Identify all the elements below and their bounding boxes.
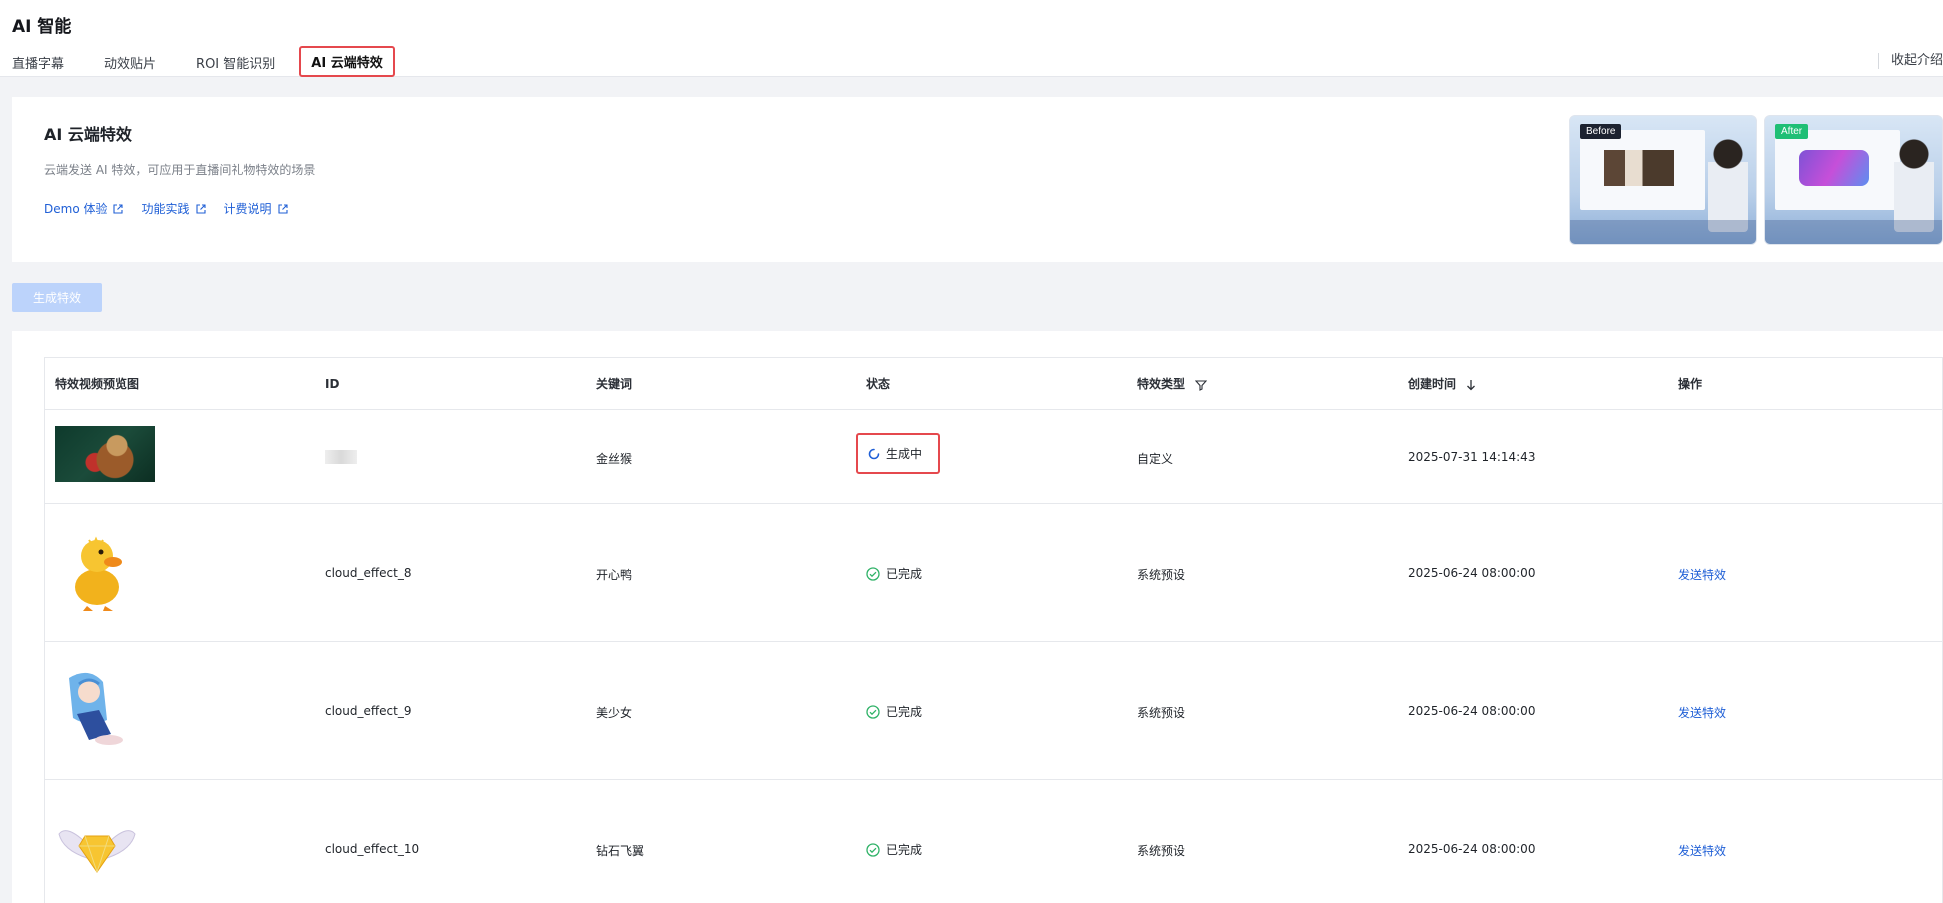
send-effect-link[interactable]: 发送特效 [1678, 704, 1726, 721]
effect-keyword: 开心鸭 [596, 568, 633, 582]
effects-table-card: 特效视频预览图 ID 关键词 状态 特效类型 创建时间 操作 金丝猴 生成中 自… [12, 331, 1943, 903]
practice-link[interactable]: 功能实践 [141, 200, 206, 217]
table-row: 金丝猴 生成中 自定义 2025-07-31 14:14:43 [45, 410, 1942, 504]
tab-live-subtitles[interactable]: 直播字幕 [12, 47, 64, 77]
status-badge: 已完成 [866, 703, 922, 720]
collapse-intro-link[interactable]: 收起介绍 [1877, 53, 1943, 69]
before-badge: Before [1580, 124, 1622, 139]
golden-monkey-thumbnail [55, 426, 155, 482]
external-link-icon [195, 203, 206, 214]
send-effect-link[interactable]: 发送特效 [1678, 842, 1726, 859]
table-row: cloud_effect_8 开心鸭 已完成 系统预设 2025-06-24 0… [45, 504, 1942, 642]
check-circle-icon [866, 566, 880, 581]
duck-thumbnail [75, 536, 122, 611]
col-created-time: 创建时间 [1408, 375, 1476, 392]
intro-title: AI 云端特效 [44, 125, 132, 144]
tab-animated-stickers[interactable]: 动效贴片 [104, 47, 156, 77]
demo-link[interactable]: Demo 体验 [44, 200, 124, 217]
tab-roi-recognition[interactable]: ROI 智能识别 [196, 47, 275, 77]
loading-spinner-icon [868, 448, 880, 459]
top-bar: AI 智能 直播字幕 动效贴片 ROI 智能识别 AI 云端特效 收起介绍 [0, 0, 1943, 77]
effect-keyword: 美少女 [596, 706, 633, 720]
effect-thumbnail [67, 532, 125, 617]
tab-ai-cloud-effects[interactable]: AI 云端特效 [299, 46, 395, 77]
col-keyword: 关键词 [596, 377, 633, 391]
billing-link-label: 计费说明 [223, 202, 272, 216]
status-badge: 已完成 [866, 841, 922, 858]
intro-card: AI 云端特效 云端发送 AI 特效，可应用于直播间礼物特效的场景 Demo 体… [12, 97, 1943, 262]
filter-icon[interactable] [1194, 379, 1208, 391]
app-title: AI 智能 [12, 17, 72, 37]
preview-screen [1775, 130, 1900, 210]
col-actions: 操作 [1678, 377, 1703, 391]
table-header: 特效视频预览图 ID 关键词 状态 特效类型 创建时间 操作 [45, 358, 1942, 410]
effect-thumbnail [55, 426, 155, 482]
send-effect-link[interactable]: 发送特效 [1678, 566, 1726, 583]
demo-link-label: Demo 体验 [44, 202, 108, 216]
status-badge: 已完成 [866, 565, 922, 582]
status-highlight-box: 生成中 [856, 433, 941, 474]
external-link-icon [113, 203, 124, 214]
after-badge: After [1775, 124, 1809, 139]
check-circle-icon [866, 704, 880, 719]
sort-down-icon[interactable] [1466, 379, 1476, 391]
col-preview: 特效视频预览图 [55, 377, 140, 391]
external-link-icon [277, 203, 288, 214]
effect-id: cloud_effect_8 [325, 566, 412, 580]
effect-type: 系统预设 [1137, 706, 1186, 720]
intro-description: 云端发送 AI 特效，可应用于直播间礼物特效的场景 [44, 163, 316, 177]
check-circle-icon [866, 842, 880, 857]
effect-thumbnail [57, 814, 137, 885]
anime-girl-thumbnail [69, 672, 123, 745]
created-time: 2025-07-31 14:14:43 [1408, 450, 1536, 464]
col-id: ID [325, 376, 340, 391]
practice-link-label: 功能实践 [141, 202, 190, 216]
effect-type: 系统预设 [1137, 568, 1186, 582]
col-created-time-label: 创建时间 [1408, 377, 1457, 391]
preview-after-image: After [1764, 115, 1943, 245]
col-status: 状态 [866, 377, 891, 391]
table-row: cloud_effect_10 钻石飞翼 已完成 系统预设 2025-06-24… [45, 780, 1942, 903]
effects-table: 特效视频预览图 ID 关键词 状态 特效类型 创建时间 操作 金丝猴 生成中 自… [44, 357, 1943, 903]
diamond-wings-thumbnail [58, 830, 136, 873]
created-time: 2025-06-24 08:00:00 [1408, 704, 1536, 718]
intro-links: Demo 体验 功能实践 计费说明 [44, 200, 306, 217]
billing-link[interactable]: 计费说明 [224, 200, 288, 217]
preview-before-image: Before [1569, 115, 1757, 245]
col-effect-type: 特效类型 [1137, 375, 1208, 392]
effect-type: 系统预设 [1137, 844, 1186, 858]
presenter-figure [1894, 132, 1934, 232]
status-badge: 生成中 [856, 433, 941, 474]
effect-type: 自定义 [1137, 452, 1174, 466]
created-time: 2025-06-24 08:00:00 [1408, 842, 1536, 856]
presenter-figure [1708, 132, 1748, 232]
effect-id: cloud_effect_10 [325, 842, 420, 856]
effect-keyword: 钻石飞翼 [596, 844, 645, 858]
effect-keyword: 金丝猴 [596, 452, 633, 466]
col-effect-type-label: 特效类型 [1137, 377, 1186, 391]
generate-effect-button[interactable]: 生成特效 [12, 283, 102, 312]
tab-bar: 直播字幕 动效贴片 ROI 智能识别 AI 云端特效 [12, 46, 435, 77]
effect-thumbnail [59, 670, 133, 755]
table-row: cloud_effect_9 美少女 已完成 系统预设 2025-06-24 0… [45, 642, 1942, 780]
effect-id: cloud_effect_9 [325, 704, 412, 718]
redacted-id [325, 450, 357, 464]
created-time: 2025-06-24 08:00:00 [1408, 566, 1536, 580]
preview-screen [1580, 130, 1705, 210]
effect-id [325, 450, 357, 467]
